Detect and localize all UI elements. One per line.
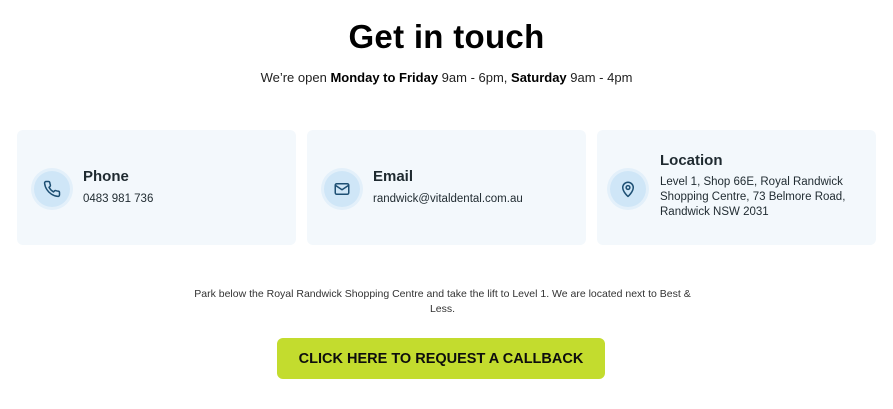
request-callback-button[interactable]: CLICK HERE TO REQUEST A CALLBACK: [277, 338, 605, 379]
weekday-label: Monday to Friday: [330, 70, 439, 85]
email-title: Email: [373, 168, 414, 185]
phone-title: Phone: [83, 168, 129, 185]
parking-note: Park below the Royal Randwick Shopping C…: [194, 288, 691, 315]
phone-icon: [34, 171, 70, 207]
location-address: Level 1, Shop 66E, Royal Randwick Shoppi…: [660, 176, 846, 218]
phone-card: Phone 0483 981 736: [17, 130, 296, 245]
email-address[interactable]: randwick@vitaldental.com.au: [373, 192, 523, 207]
location-title: Location: [660, 152, 723, 169]
location-pin-icon: [610, 171, 646, 207]
email-card: Email randwick@vitaldental.com.au: [307, 130, 586, 245]
mail-icon: [324, 171, 360, 207]
opening-hours: We’re open Monday to Friday 9am - 6pm, S…: [260, 70, 633, 85]
saturday-label: Saturday: [511, 70, 567, 85]
page-title: Get in touch: [348, 18, 545, 55]
phone-number[interactable]: 0483 981 736: [83, 192, 153, 207]
location-card: Location Level 1, Shop 66E, Royal Randwi…: [597, 130, 876, 245]
